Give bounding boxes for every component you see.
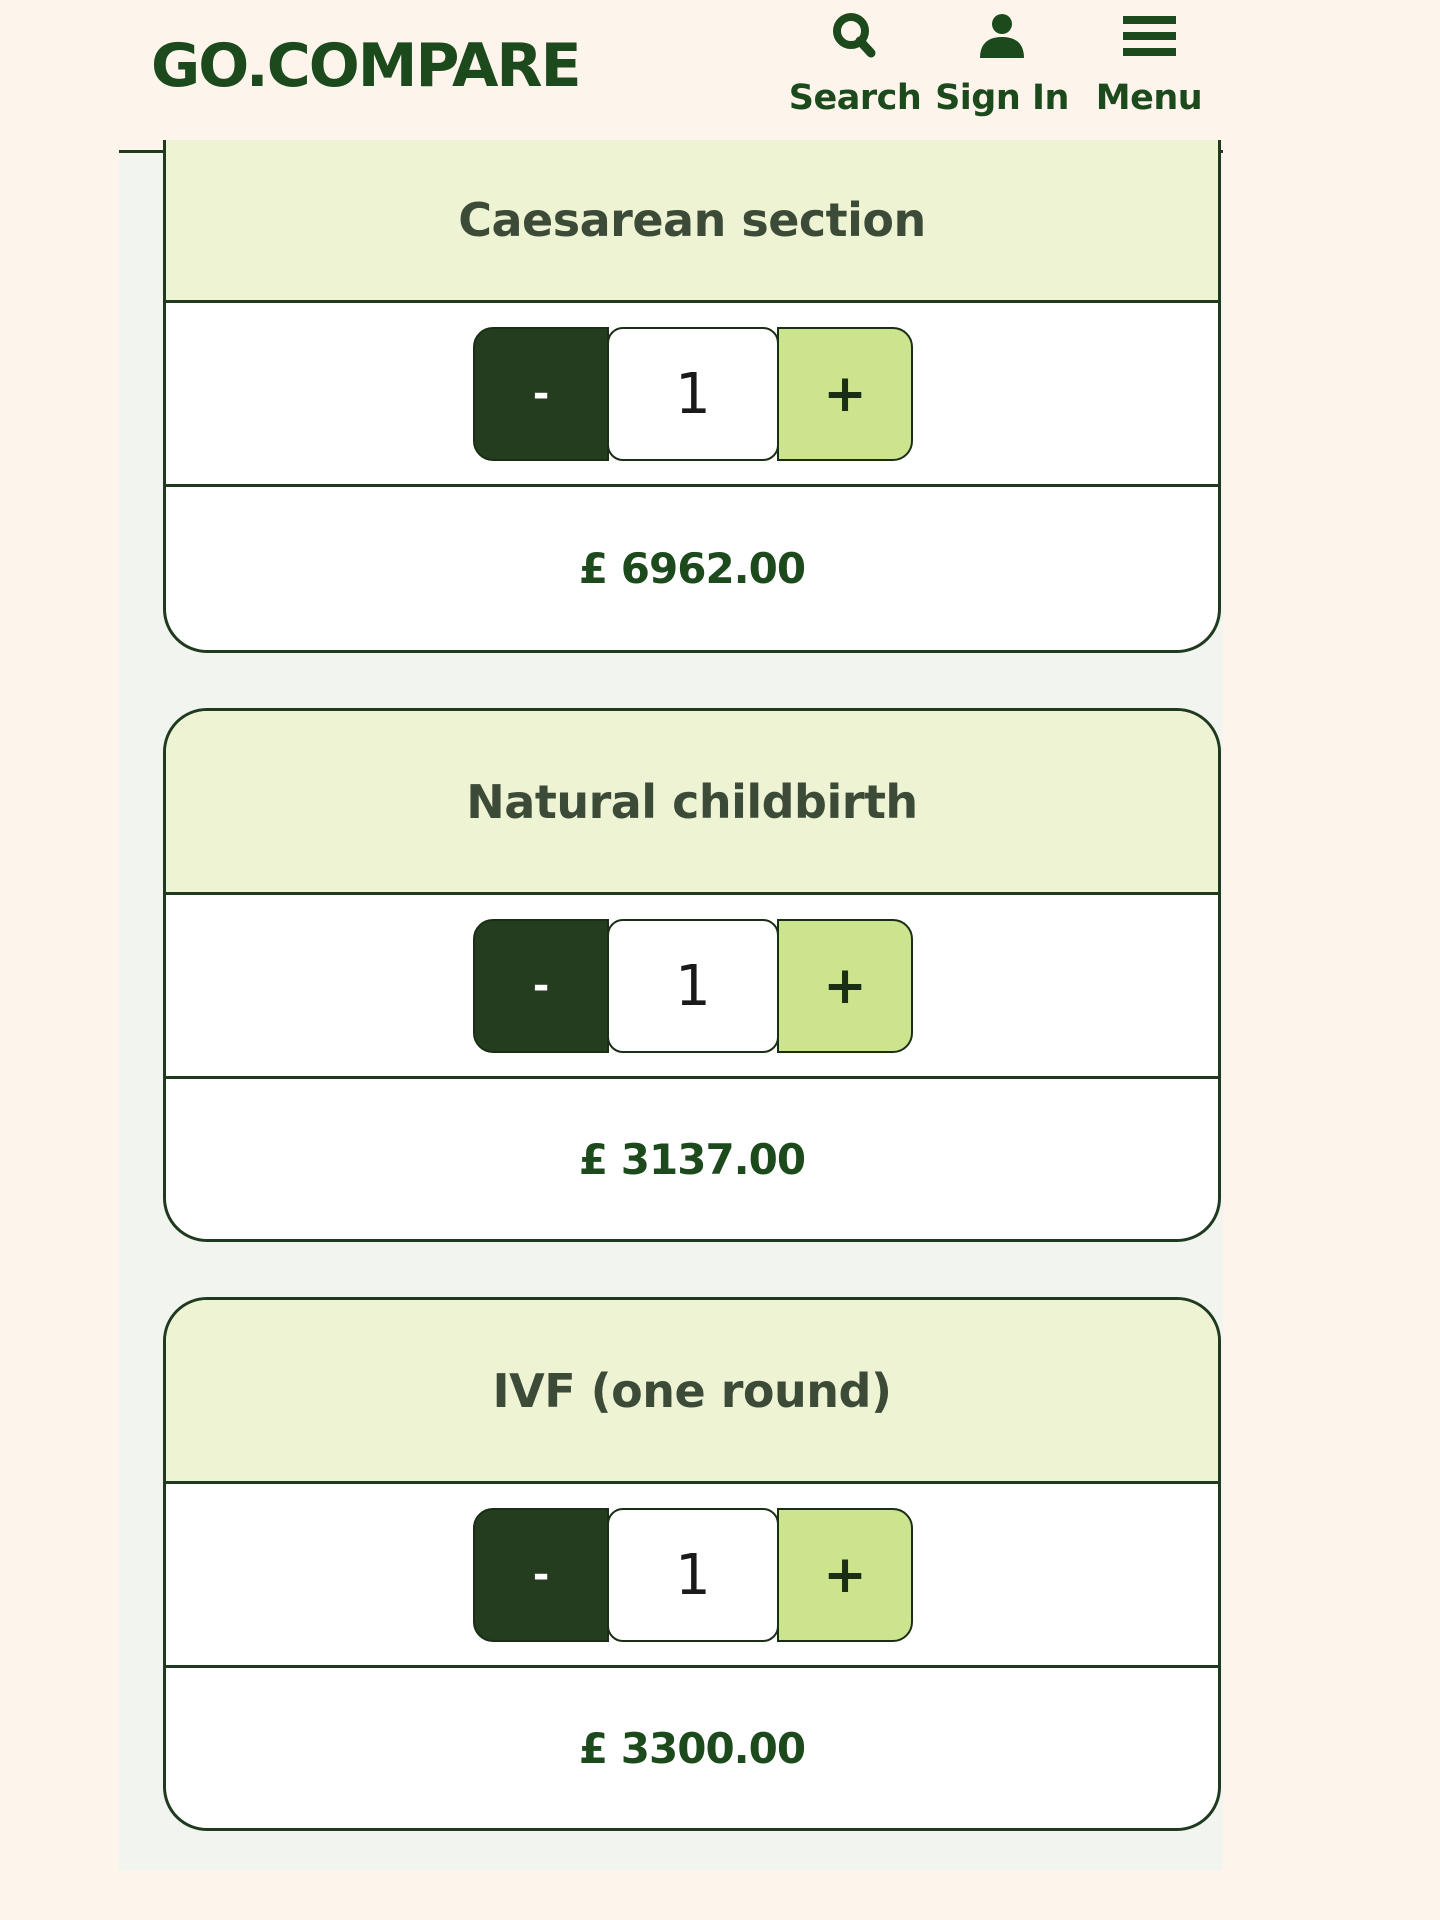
quantity-stepper: - + — [473, 327, 913, 461]
menu-label: Menu — [1095, 78, 1203, 118]
quantity-row: - + — [166, 895, 1218, 1079]
quantity-row: - + — [166, 1484, 1218, 1668]
sign-in-label: Sign In — [935, 78, 1069, 118]
hamburger-menu-icon — [1123, 16, 1176, 56]
card-header: IVF (one round) — [166, 1300, 1218, 1484]
menu-nav-button[interactable]: Menu — [1074, 0, 1224, 140]
increment-button[interactable]: + — [777, 1508, 913, 1642]
procedure-card-natural-childbirth: Natural childbirth - + £ 3137.00 — [163, 708, 1221, 1242]
procedure-price: £ 3137.00 — [578, 1134, 806, 1184]
gocompare-logo[interactable]: GO.COMPARE — [151, 32, 582, 100]
quantity-input[interactable] — [607, 327, 779, 461]
card-header: Natural childbirth — [166, 711, 1218, 895]
quantity-stepper: - + — [473, 1508, 913, 1642]
procedure-title: IVF (one round) — [492, 1363, 892, 1418]
procedure-price: £ 6962.00 — [578, 544, 806, 593]
increment-button[interactable]: + — [777, 919, 913, 1053]
search-label: Search — [788, 78, 922, 118]
decrement-button[interactable]: - — [473, 327, 609, 461]
procedure-title: Natural childbirth — [466, 774, 918, 829]
procedure-title: Caesarean section — [458, 193, 926, 247]
decrement-button[interactable]: - — [473, 1508, 609, 1642]
decrement-button[interactable]: - — [473, 919, 609, 1053]
search-icon — [833, 13, 876, 58]
quantity-row: - + — [166, 303, 1218, 487]
card-header: Caesarean section — [166, 140, 1218, 303]
quantity-stepper: - + — [473, 919, 913, 1053]
increment-button[interactable]: + — [777, 327, 913, 461]
quantity-input[interactable] — [607, 1508, 779, 1642]
procedure-card-ivf: IVF (one round) - + £ 3300.00 — [163, 1297, 1221, 1831]
procedure-card-caesarean: Caesarean section - + £ 6962.00 — [163, 140, 1221, 653]
sign-in-nav-button[interactable]: Sign In — [927, 0, 1077, 140]
procedure-price: £ 3300.00 — [578, 1723, 806, 1773]
quantity-input[interactable] — [607, 919, 779, 1053]
search-nav-button[interactable]: Search — [780, 0, 930, 140]
user-icon — [980, 14, 1024, 58]
